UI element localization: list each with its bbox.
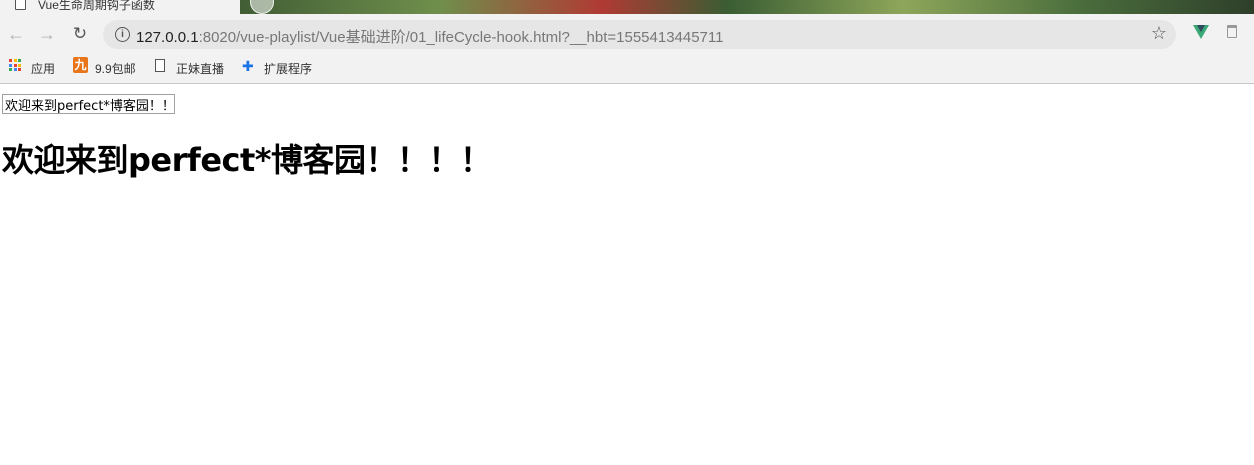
reload-icon[interactable]: ↻ [69,23,91,45]
bookmark-99-baoyou[interactable]: 9.9包邮 [95,60,136,77]
tab-strip: Vue生命周期钩子函数 [0,0,1254,14]
url-host: 127.0.0.1 [136,29,199,46]
forward-icon[interactable]: → [36,23,58,45]
page-heading: 欢迎来到perfect*博客园！！！！ [2,141,492,179]
trash-icon[interactable] [1227,25,1237,38]
jiu-icon: 九 [73,57,88,73]
message-input[interactable] [2,94,175,114]
star-icon[interactable]: ☆ [1151,23,1167,44]
browser-toolbar: ← → ↻ i 127.0.0.1:8020/vue-playlist/Vue基… [0,14,1254,54]
url-text[interactable]: 127.0.0.1:8020/vue-playlist/Vue基础进阶/01_l… [136,26,723,47]
bookmarks-bar: 应用 九 9.9包邮 正妹直播 ✚ 扩展程序 [0,54,1254,84]
bookmark-apps[interactable]: 应用 [31,60,55,77]
bookmark-extensions[interactable]: 扩展程序 [264,60,312,77]
vue-devtools-icon[interactable] [1193,25,1209,39]
document-icon [155,59,165,72]
back-icon[interactable]: ← [5,23,27,45]
bookmark-zhengmei[interactable]: 正妹直播 [176,60,224,77]
address-bar[interactable]: i 127.0.0.1:8020/vue-playlist/Vue基础进阶/01… [103,20,1176,49]
info-icon[interactable]: i [115,27,130,42]
new-tab-button[interactable] [250,0,274,14]
document-icon [15,0,26,10]
apps-grid-icon [9,59,21,71]
url-path: :8020/vue-playlist/Vue基础进阶/01_lifeCycle-… [198,29,724,46]
tab-title: Vue生命周期钩子函数 [38,0,155,12]
puzzle-icon: ✚ [242,58,254,74]
tab-active[interactable]: Vue生命周期钩子函数 [0,0,240,14]
